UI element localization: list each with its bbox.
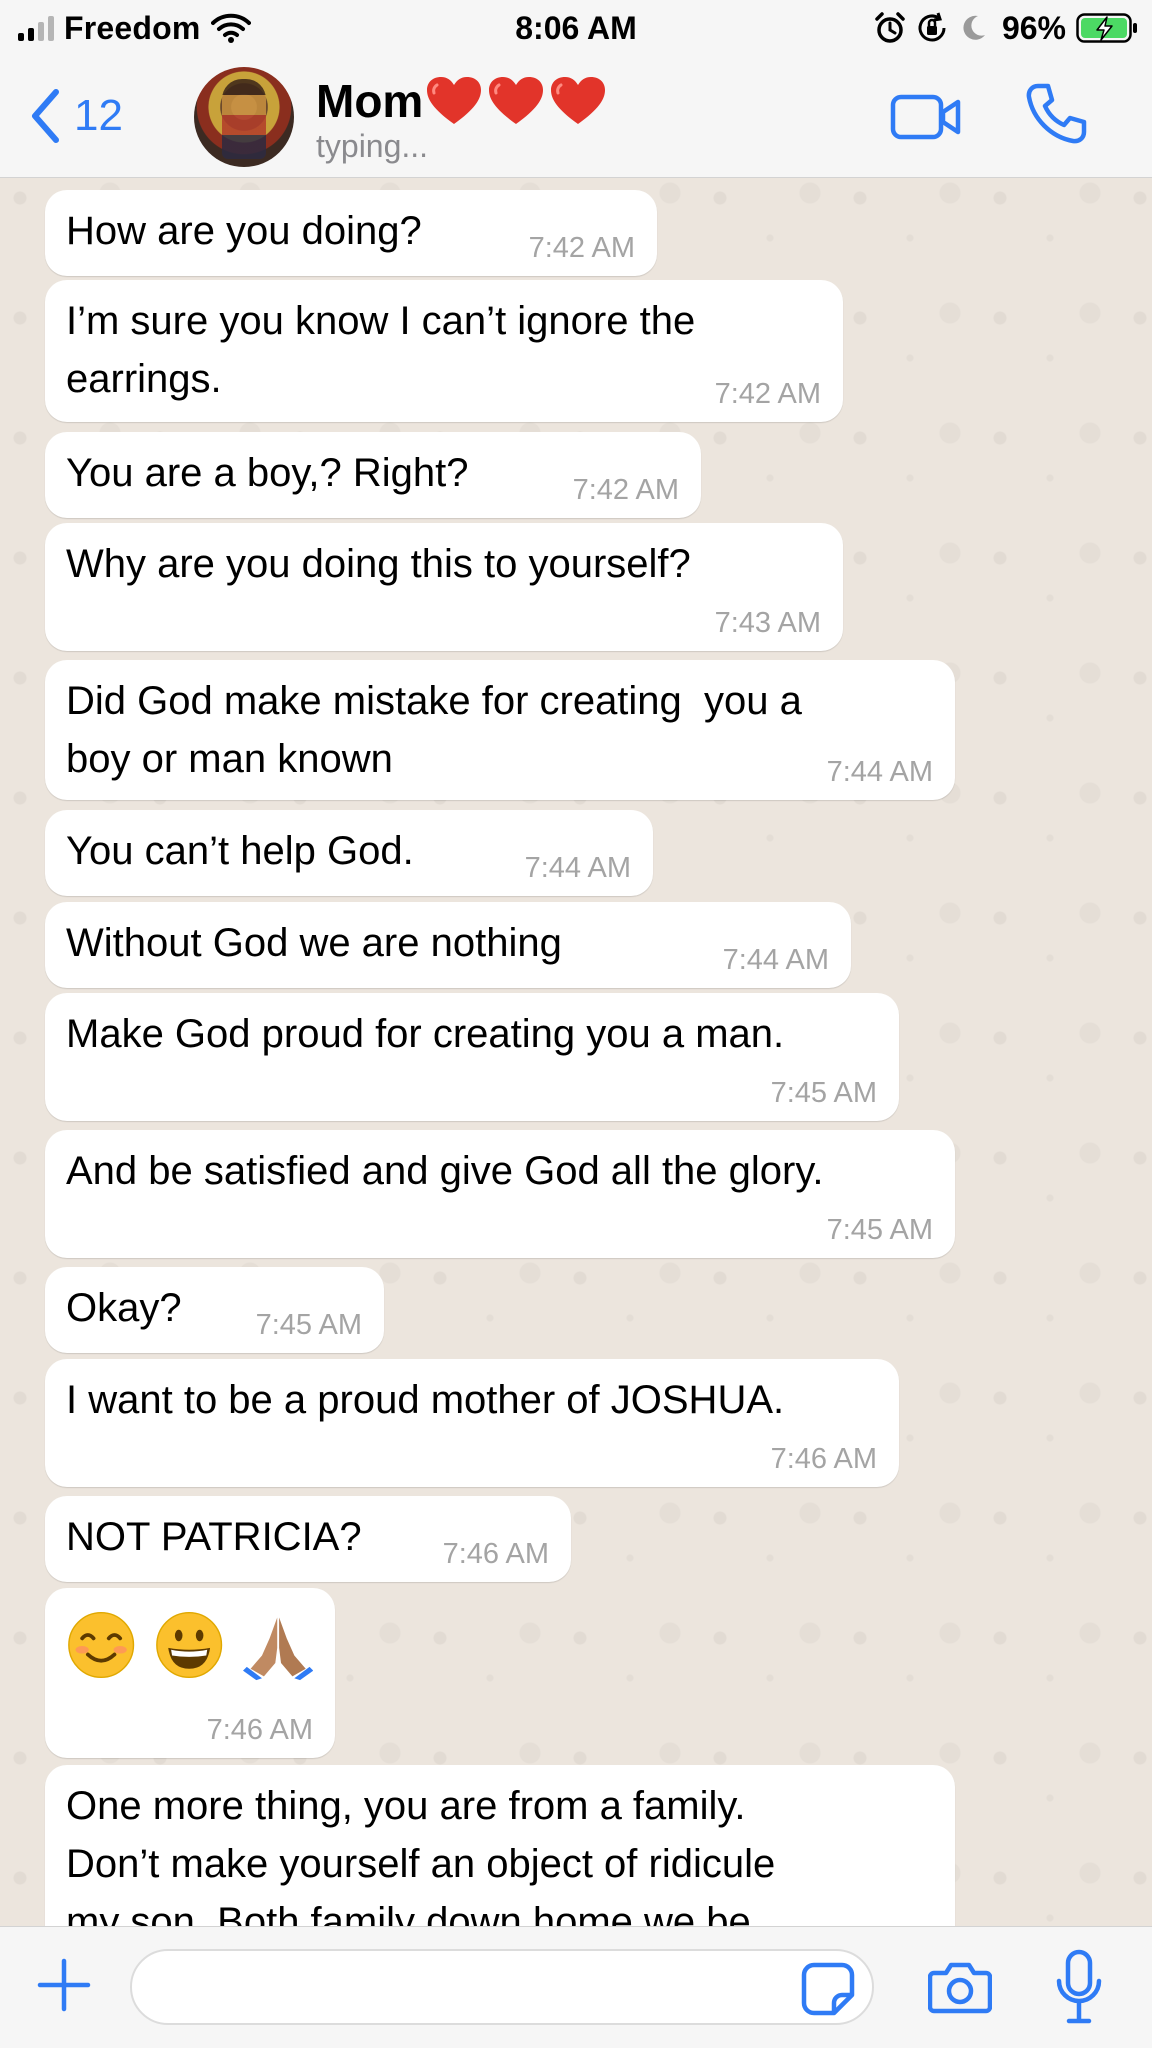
red-heart-icon — [427, 77, 482, 124]
heart-emojis — [425, 75, 607, 127]
message-time: 7:45 AM — [255, 1309, 362, 1341]
phone-icon[interactable] — [1024, 82, 1088, 146]
message-text: Why are you doing this to yourself? — [66, 542, 691, 586]
message-time: 7:44 AM — [826, 756, 933, 788]
message-text: I’m sure you know I can’t ignore the ear… — [66, 299, 696, 401]
message-input[interactable] — [130, 1949, 874, 2025]
contact-name-text: Mom — [316, 75, 424, 127]
message-bubble[interactable]: Why are you doing this to yourself? 7:43… — [45, 523, 843, 651]
message-bubble[interactable]: Okay? 7:45 AM — [45, 1267, 384, 1353]
message-time: 7:42 AM — [572, 474, 679, 506]
message-text: I want to be a proud mother of JOSHUA. — [66, 1378, 785, 1422]
message-time: 7:42 AM — [714, 378, 821, 410]
message-bubble[interactable]: Did God make mistake for creating you a … — [45, 660, 955, 800]
message-text: And be satisfied and give God all the gl… — [66, 1149, 824, 1193]
alarm-icon — [875, 12, 905, 43]
message-bubble[interactable]: You are a boy,? Right? 7:42 AM — [45, 432, 701, 518]
video-call-icon[interactable] — [890, 92, 962, 142]
message-text: Without God we are nothing — [66, 921, 562, 965]
chevron-left-icon — [32, 89, 59, 143]
message-time: 7:45 AM — [770, 1077, 877, 1109]
folded-hands-icon — [242, 1617, 313, 1681]
message-bubble[interactable]: You can’t help God. 7:44 AM — [45, 810, 653, 896]
message-bubble[interactable]: Without God we are nothing 7:44 AM — [45, 902, 851, 988]
message-bubble[interactable]: I’m sure you know I can’t ignore the ear… — [45, 280, 843, 422]
message-bubble[interactable]: One more thing, you are from a family. D… — [45, 1765, 955, 1926]
message-time: 7:44 AM — [722, 944, 829, 976]
smiling-face-icon — [68, 1611, 135, 1679]
compose-bar — [0, 1926, 1152, 2048]
red-heart-icon — [551, 77, 606, 124]
message-bubble[interactable]: How are you doing? 7:42 AM — [45, 190, 657, 276]
message-text: One more thing, you are from a family. D… — [66, 1784, 776, 1926]
message-bubble[interactable]: Make God proud for creating you a man. 7… — [45, 993, 899, 1121]
contact-name[interactable]: Mom — [316, 70, 607, 132]
message-time: 7:46 AM — [206, 1714, 313, 1746]
unread-count: 12 — [74, 91, 123, 140]
plus-icon[interactable] — [36, 1957, 92, 2013]
message-bubble[interactable]: NOT PATRICIA? 7:46 AM — [45, 1496, 571, 1582]
message-time: 7:46 AM — [442, 1538, 549, 1570]
battery-charging-icon — [1076, 13, 1137, 43]
message-bubble[interactable]: I want to be a proud mother of JOSHUA. 7… — [45, 1359, 899, 1487]
battery-percent: 96% — [1001, 9, 1066, 46]
message-bubble[interactable]: And be satisfied and give God all the gl… — [45, 1130, 955, 1258]
message-list[interactable]: How are you doing? 7:42 AM I’m sure you … — [0, 178, 1152, 1926]
moon-icon — [963, 15, 985, 40]
message-bubble[interactable]: 7:46 AM — [45, 1588, 335, 1758]
sticker-icon[interactable] — [800, 1961, 856, 2017]
contact-avatar[interactable] — [194, 67, 294, 167]
status-right-group: 96% — [874, 8, 1138, 48]
message-time: 7:45 AM — [826, 1214, 933, 1246]
message-time: 7:42 AM — [528, 232, 635, 264]
typing-indicator: typing... — [316, 128, 429, 164]
grinning-face-icon — [156, 1611, 223, 1679]
red-heart-icon — [489, 77, 544, 124]
message-time: 7:46 AM — [770, 1443, 877, 1475]
message-text: Did God make mistake for creating you a … — [66, 679, 802, 781]
status-bar: Freedom 8:06 AM 96% — [0, 0, 1152, 56]
microphone-icon[interactable] — [1054, 1949, 1104, 2025]
message-time: 7:44 AM — [524, 852, 631, 884]
emoji-row — [66, 1600, 313, 1682]
back-button[interactable]: 12 — [30, 86, 123, 146]
orientation-lock-icon — [918, 12, 946, 42]
message-time: 7:43 AM — [714, 607, 821, 639]
message-text: Make God proud for creating you a man. — [66, 1012, 785, 1056]
chat-header: 12 Mom typing... — [0, 56, 1152, 178]
camera-icon[interactable] — [928, 1959, 992, 2015]
